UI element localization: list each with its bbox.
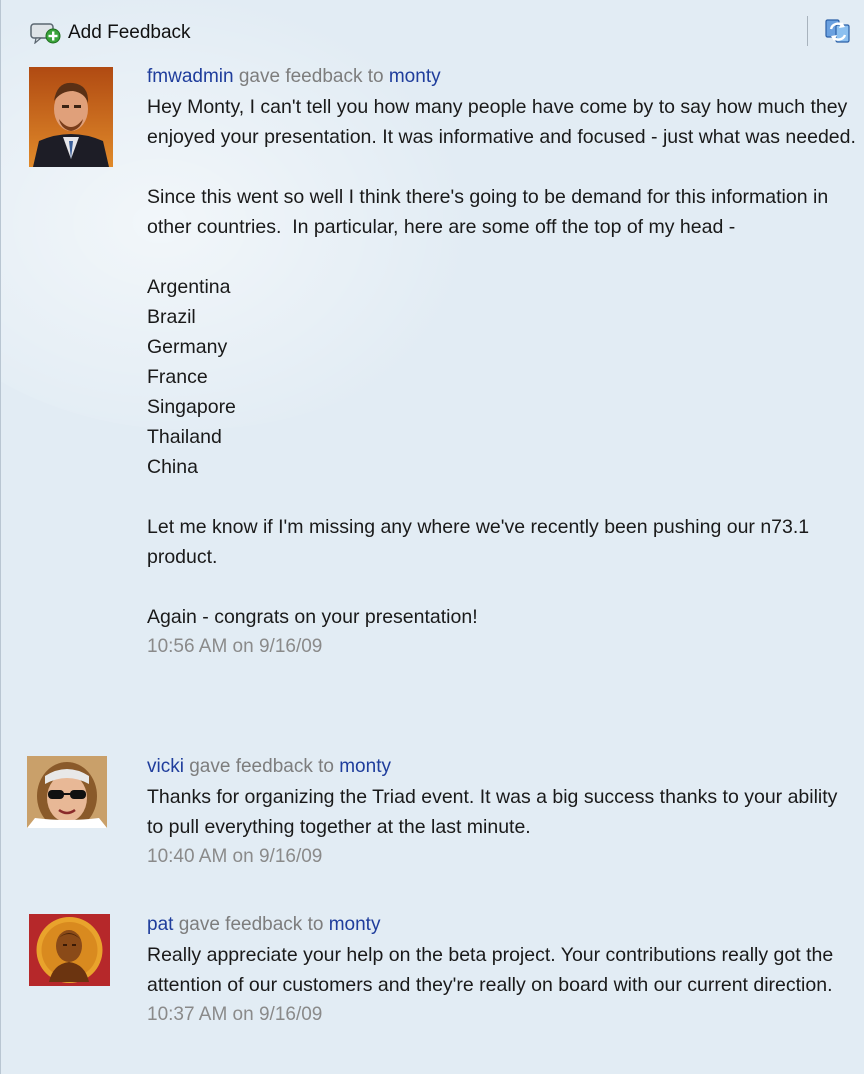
add-feedback-icon bbox=[30, 22, 68, 45]
feedback-list: fmwadmin gave feedback to monty Hey Mont… bbox=[1, 62, 864, 1074]
feedback-item: pat gave feedback to monty Really apprec… bbox=[1, 910, 864, 1074]
avatar-fmwadmin bbox=[29, 67, 113, 167]
recipient-link[interactable]: monty bbox=[339, 756, 391, 777]
feedback-action: gave feedback to bbox=[178, 914, 324, 935]
feedback-toolbar: Add Feedback bbox=[1, 0, 864, 62]
refresh-button[interactable] bbox=[823, 16, 853, 46]
feedback-message: Really appreciate your help on the beta … bbox=[147, 944, 839, 996]
feedback-header: fmwadmin gave feedback to monty bbox=[147, 62, 856, 92]
toolbar-divider bbox=[807, 16, 808, 46]
feedback-item: fmwadmin gave feedback to monty Hey Mont… bbox=[1, 62, 864, 752]
recipient-link[interactable]: monty bbox=[329, 914, 381, 935]
avatar-vicki bbox=[27, 756, 107, 828]
feedback-item: vicki gave feedback to monty Thanks for … bbox=[1, 752, 864, 910]
refresh-icon bbox=[823, 19, 853, 50]
feedback-header: vicki gave feedback to monty bbox=[147, 752, 856, 782]
avatar-pat bbox=[29, 914, 110, 986]
feedback-timestamp: 10:56 AM on 9/16/09 bbox=[147, 636, 323, 657]
add-feedback-label: Add Feedback bbox=[68, 22, 191, 43]
feedback-action: gave feedback to bbox=[189, 756, 334, 777]
author-link[interactable]: vicki bbox=[147, 756, 184, 777]
add-feedback-button[interactable]: Add Feedback bbox=[30, 22, 191, 45]
feedback-panel: Add Feedback fmwadmin gave feedback to m… bbox=[0, 0, 864, 1074]
recipient-link[interactable]: monty bbox=[389, 66, 441, 87]
feedback-message: Thanks for organizing the Triad event. I… bbox=[147, 786, 843, 838]
feedback-timestamp: 10:40 AM on 9/16/09 bbox=[147, 846, 323, 867]
author-link[interactable]: fmwadmin bbox=[147, 66, 234, 87]
feedback-timestamp: 10:37 AM on 9/16/09 bbox=[147, 1004, 323, 1025]
feedback-message: Hey Monty, I can't tell you how many peo… bbox=[147, 96, 856, 628]
feedback-header: pat gave feedback to monty bbox=[147, 910, 856, 940]
feedback-action: gave feedback to bbox=[238, 66, 384, 87]
author-link[interactable]: pat bbox=[147, 914, 173, 935]
